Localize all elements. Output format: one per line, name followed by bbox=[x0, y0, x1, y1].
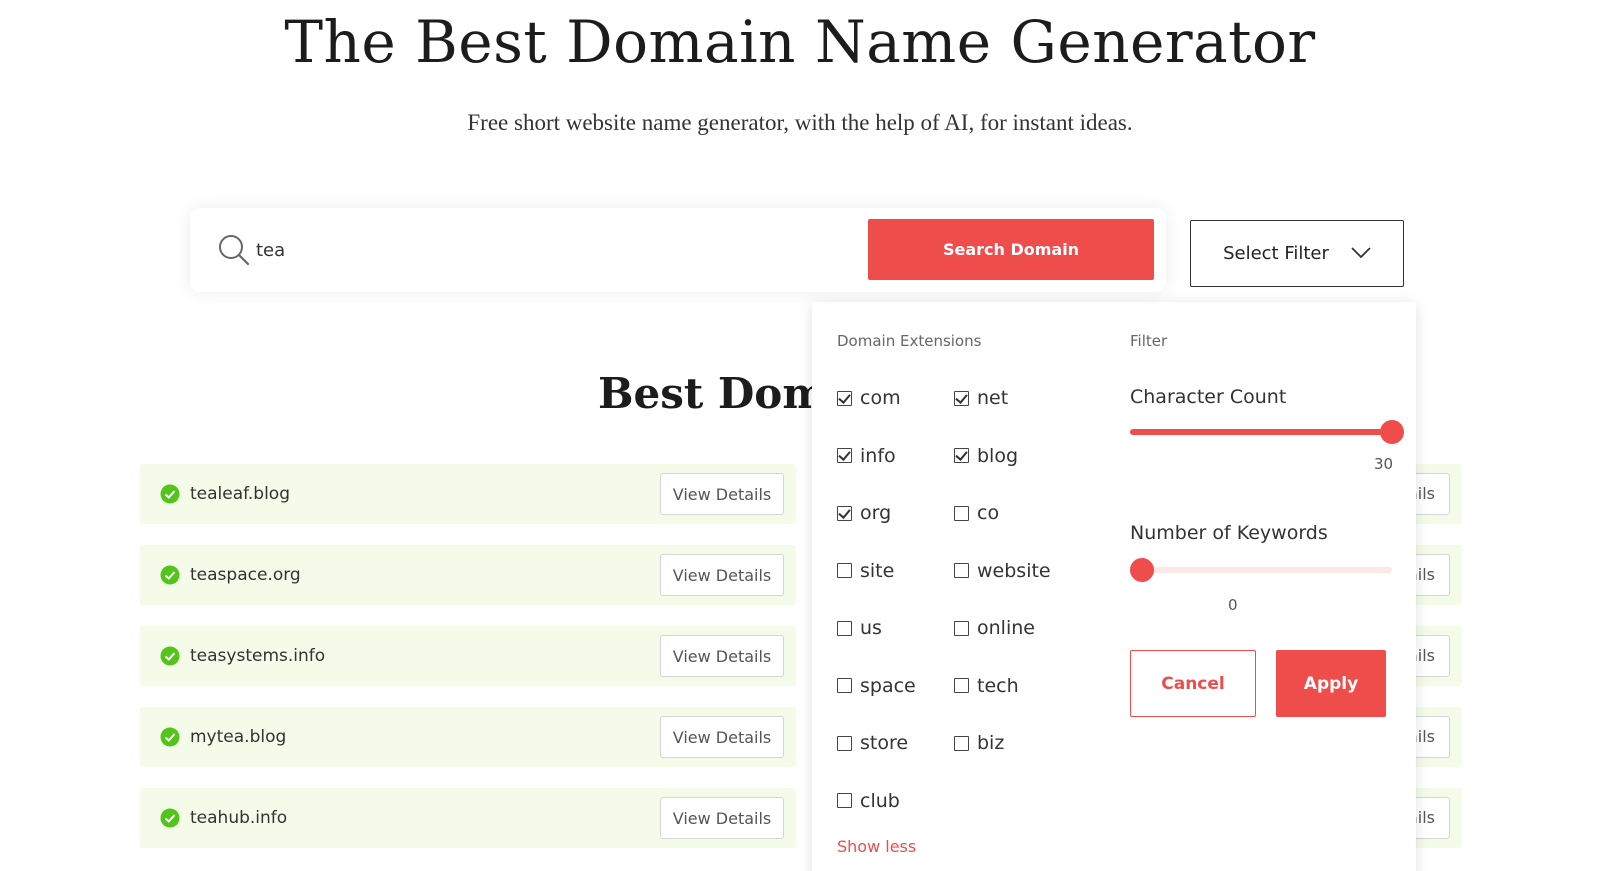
page-subtitle: Free short website name generator, with … bbox=[467, 110, 1133, 135]
extension-option-website[interactable]: website bbox=[954, 558, 1051, 584]
checkbox[interactable] bbox=[954, 390, 969, 406]
extension-option-tech[interactable]: tech bbox=[954, 673, 1019, 699]
character-count-label: Character Count bbox=[1130, 386, 1287, 408]
checkbox[interactable] bbox=[954, 448, 969, 463]
checkbox[interactable] bbox=[837, 390, 852, 406]
result-row: teaspace.org View Details bbox=[140, 545, 796, 605]
check-circle-icon bbox=[160, 484, 180, 504]
keywords-label: Number of Keywords bbox=[1130, 522, 1328, 544]
apply-button[interactable]: Apply bbox=[1276, 650, 1386, 717]
character-count-fill bbox=[1130, 429, 1392, 435]
search-icon bbox=[216, 232, 252, 268]
result-row: teahub.info View Details bbox=[140, 788, 796, 848]
extension-option-com[interactable]: com bbox=[837, 385, 901, 411]
checkbox[interactable] bbox=[837, 678, 852, 693]
view-details-button[interactable]: View Details bbox=[660, 716, 784, 758]
domain-name: teaspace.org bbox=[190, 565, 301, 585]
select-filter-button[interactable]: Select Filter bbox=[1190, 220, 1404, 287]
extension-option-space[interactable]: space bbox=[837, 673, 916, 699]
extension-label: store bbox=[860, 732, 909, 754]
extension-option-net[interactable]: net bbox=[954, 385, 1008, 411]
select-filter-label: Select Filter bbox=[1223, 243, 1329, 264]
extension-option-site[interactable]: site bbox=[837, 558, 894, 584]
filter-heading: Filter bbox=[1130, 332, 1168, 350]
check-circle-icon bbox=[160, 565, 180, 585]
result-row: tealeaf.blog View Details bbox=[140, 464, 796, 524]
view-details-button[interactable]: View Details bbox=[660, 635, 784, 677]
cancel-button[interactable]: Cancel bbox=[1130, 650, 1256, 717]
domain-extensions-heading: Domain Extensions bbox=[837, 332, 982, 350]
check-circle-icon bbox=[160, 727, 180, 747]
extension-option-org[interactable]: org bbox=[837, 500, 891, 526]
chevron-down-icon bbox=[1351, 243, 1371, 264]
result-row: teasystems.info View Details bbox=[140, 626, 796, 686]
checkbox[interactable] bbox=[837, 735, 852, 751]
search-domain-button[interactable]: Search Domain bbox=[868, 219, 1154, 280]
checkbox[interactable] bbox=[954, 735, 969, 751]
search-input[interactable] bbox=[256, 228, 856, 272]
extension-option-club[interactable]: club bbox=[837, 788, 900, 814]
filter-dropdown: Domain Extensions Filter com net info blog o… bbox=[812, 302, 1416, 871]
extension-label: com bbox=[860, 387, 901, 409]
extension-label: tech bbox=[977, 674, 1019, 697]
extension-label: club bbox=[860, 789, 900, 812]
extension-label: biz bbox=[977, 732, 1005, 754]
extension-option-co[interactable]: co bbox=[954, 500, 999, 526]
character-count-handle[interactable] bbox=[1380, 420, 1404, 444]
extension-label: net bbox=[977, 387, 1009, 409]
checkbox[interactable] bbox=[837, 448, 852, 463]
search-bar: Search Domain bbox=[190, 208, 1166, 292]
checkbox[interactable] bbox=[954, 678, 969, 693]
domain-name: mytea.blog bbox=[190, 727, 287, 747]
checkbox[interactable] bbox=[837, 620, 852, 636]
extension-label: us bbox=[860, 617, 882, 639]
extension-option-online[interactable]: online bbox=[954, 615, 1035, 641]
checkbox[interactable] bbox=[954, 505, 969, 521]
result-row: mytea.blog View Details bbox=[140, 707, 796, 767]
domain-name: teasystems.info bbox=[190, 646, 326, 666]
extension-option-biz[interactable]: biz bbox=[954, 730, 1004, 756]
view-details-button[interactable]: View Details bbox=[660, 554, 784, 596]
character-count-slider[interactable] bbox=[1130, 420, 1404, 444]
check-circle-icon bbox=[160, 646, 180, 666]
page-title: The Best Domain Name Generator bbox=[284, 8, 1316, 76]
character-count-value: 30 bbox=[1374, 455, 1394, 473]
checkbox[interactable] bbox=[837, 505, 852, 521]
domain-name: tealeaf.blog bbox=[190, 484, 290, 504]
checkbox[interactable] bbox=[954, 563, 969, 578]
show-less-link[interactable]: Show less bbox=[837, 836, 916, 858]
check-circle-icon bbox=[160, 808, 180, 828]
extension-label: site bbox=[860, 559, 895, 582]
extension-option-us[interactable]: us bbox=[837, 615, 882, 641]
extension-label: co bbox=[977, 502, 1000, 524]
keywords-handle[interactable] bbox=[1130, 558, 1154, 582]
extension-label: org bbox=[860, 502, 892, 524]
checkbox[interactable] bbox=[837, 563, 852, 578]
extension-option-info[interactable]: info bbox=[837, 443, 896, 469]
view-details-button[interactable]: View Details bbox=[660, 797, 784, 839]
view-details-button[interactable]: View Details bbox=[660, 473, 784, 515]
checkbox[interactable] bbox=[837, 793, 852, 808]
keywords-slider[interactable] bbox=[1130, 558, 1392, 582]
checkbox[interactable] bbox=[954, 620, 969, 636]
extension-label: website bbox=[977, 559, 1051, 582]
extension-option-blog[interactable]: blog bbox=[954, 443, 1018, 469]
domain-name: teahub.info bbox=[190, 808, 288, 828]
keywords-value: 0 bbox=[1228, 596, 1238, 614]
extension-label: blog bbox=[977, 444, 1019, 467]
extension-label: info bbox=[860, 444, 896, 467]
extension-label: online bbox=[977, 617, 1035, 639]
extension-option-store[interactable]: store bbox=[837, 730, 908, 756]
extension-label: space bbox=[860, 674, 916, 697]
